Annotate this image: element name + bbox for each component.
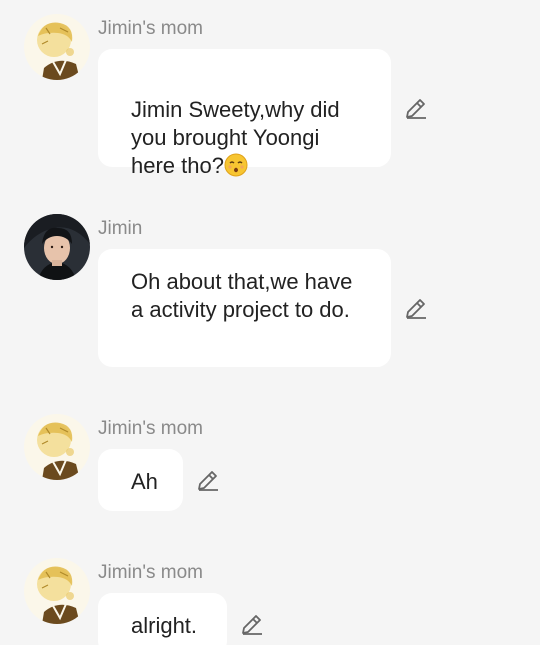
sender-name: Jimin's mom <box>98 562 203 583</box>
avatar[interactable] <box>24 14 90 80</box>
avatar[interactable] <box>24 214 90 280</box>
sender-name: Jimin <box>98 218 143 239</box>
avatar[interactable] <box>24 558 90 624</box>
message-item: Jimin's mom Jimin Sweety,why did you bro… <box>0 0 540 180</box>
pencil-edit-icon[interactable] <box>240 612 264 636</box>
pencil-edit-icon[interactable] <box>196 468 220 492</box>
message-bubble[interactable]: Jimin Sweety,why did you brought Yoongi … <box>98 49 391 178</box>
message-item: Jimin Oh about that,we have a activity p… <box>0 200 540 380</box>
sender-name: Jimin's mom <box>98 18 203 39</box>
golden-sketch-avatar-image <box>24 558 90 624</box>
message-item: Jimin's mom alright. <box>0 544 540 645</box>
message-item: Jimin's mom Ah <box>0 400 540 520</box>
golden-sketch-avatar-image <box>24 414 90 480</box>
pencil-edit-icon[interactable] <box>404 96 428 120</box>
message-bubble[interactable]: Oh about that,we have a activity project… <box>98 249 391 367</box>
chat-log: Jimin's mom Jimin Sweety,why did you bro… <box>0 0 540 645</box>
photo-avatar-image <box>24 214 90 280</box>
golden-sketch-avatar-image <box>24 14 90 80</box>
message-bubble[interactable]: alright. <box>98 593 227 645</box>
sender-name: Jimin's mom <box>98 418 203 439</box>
message-bubble[interactable]: Ah <box>98 449 183 511</box>
pencil-edit-icon[interactable] <box>404 296 428 320</box>
avatar[interactable] <box>24 414 90 480</box>
kissing-face-emoji-icon <box>224 153 248 177</box>
